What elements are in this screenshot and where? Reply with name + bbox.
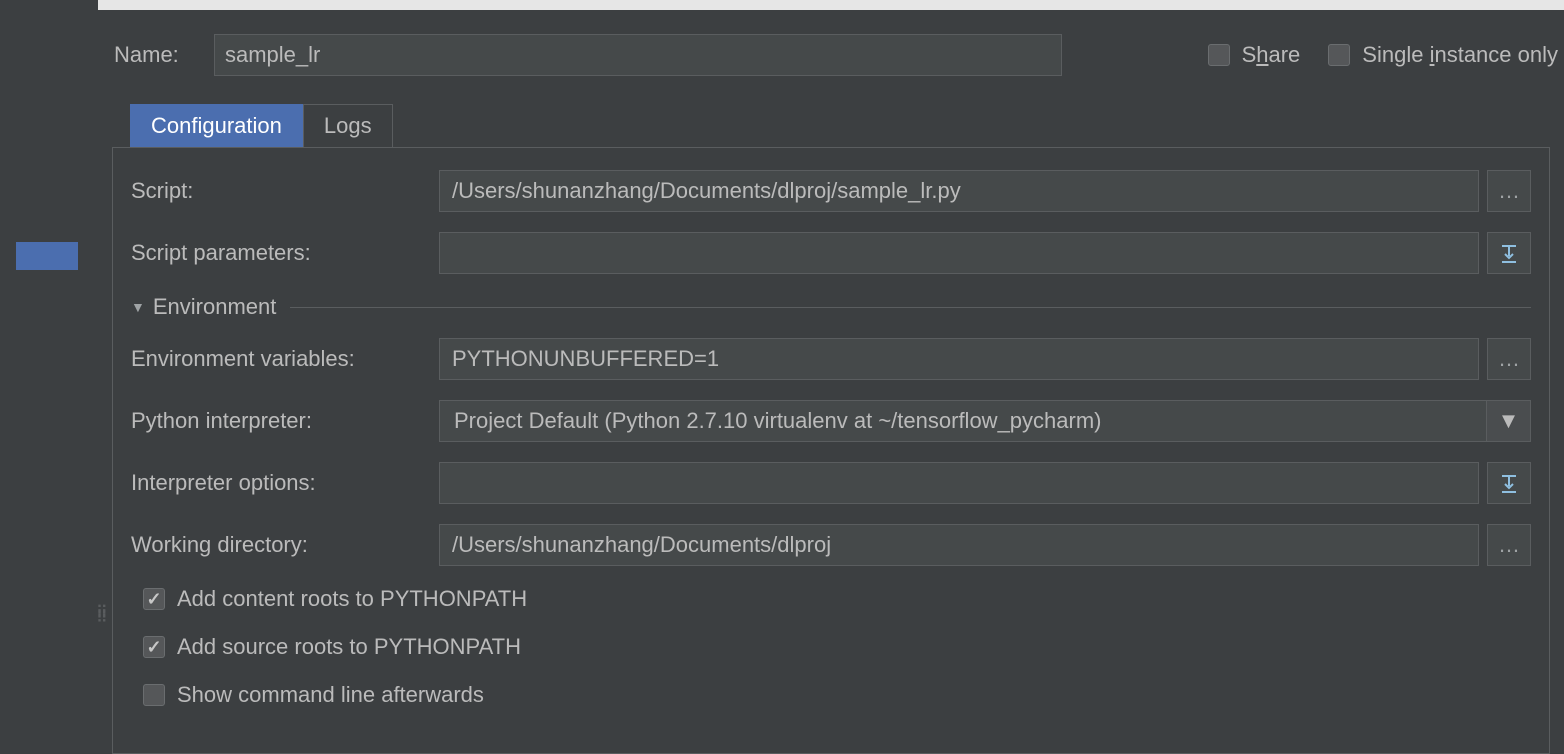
environment-section-label: Environment xyxy=(153,294,277,320)
interpreter-select[interactable]: Project Default (Python 2.7.10 virtualen… xyxy=(439,400,1531,442)
env-vars-input[interactable] xyxy=(439,338,1479,380)
script-parameters-input[interactable] xyxy=(439,232,1479,274)
add-content-roots-checkbox[interactable]: Add content roots to PYTHONPATH xyxy=(143,586,1531,612)
window-titlebar xyxy=(0,0,1564,10)
sidebar-selected-item[interactable] xyxy=(16,242,78,270)
single-instance-label: Single instance only xyxy=(1362,42,1558,68)
checkbox-checked-icon xyxy=(143,636,165,658)
share-checkbox[interactable]: Share xyxy=(1208,42,1301,68)
ellipsis-icon: … xyxy=(1498,532,1520,558)
dropdown-arrow: ▼ xyxy=(1486,401,1530,441)
checkbox-icon xyxy=(1328,44,1350,66)
checkbox-icon xyxy=(1208,44,1230,66)
env-vars-label: Environment variables: xyxy=(131,346,439,372)
script-parameters-label: Script parameters: xyxy=(131,240,439,266)
checkbox-icon xyxy=(143,684,165,706)
tab-logs[interactable]: Logs xyxy=(303,104,393,147)
caret-down-icon: ▼ xyxy=(131,299,145,315)
script-input[interactable] xyxy=(439,170,1479,212)
checkbox-checked-icon xyxy=(143,588,165,610)
left-sidebar: ⠿⠿ xyxy=(0,0,98,754)
add-source-roots-label: Add source roots to PYTHONPATH xyxy=(177,634,521,660)
show-command-line-checkbox[interactable]: Show command line afterwards xyxy=(143,682,1531,708)
ellipsis-icon: … xyxy=(1498,346,1520,372)
environment-section-header[interactable]: ▼ Environment xyxy=(131,294,1531,320)
interpreter-options-label: Interpreter options: xyxy=(131,470,439,496)
configuration-panel: Script: … Script parameters: ▼ Env xyxy=(112,147,1550,754)
expand-button[interactable] xyxy=(1487,462,1531,504)
name-input[interactable] xyxy=(214,34,1062,76)
interpreter-label: Python interpreter: xyxy=(131,408,439,434)
show-command-line-label: Show command line afterwards xyxy=(177,682,484,708)
section-divider xyxy=(290,307,1531,308)
browse-button[interactable]: … xyxy=(1487,338,1531,380)
add-content-roots-label: Add content roots to PYTHONPATH xyxy=(177,586,527,612)
script-label: Script: xyxy=(131,178,439,204)
expand-icon xyxy=(1498,242,1520,264)
chevron-down-icon: ▼ xyxy=(1498,408,1520,434)
browse-button[interactable]: … xyxy=(1487,524,1531,566)
single-instance-checkbox[interactable]: Single instance only xyxy=(1328,42,1558,68)
ellipsis-icon: … xyxy=(1498,178,1520,204)
expand-icon xyxy=(1498,472,1520,494)
interpreter-options-input[interactable] xyxy=(439,462,1479,504)
drag-handle-icon[interactable]: ⠿⠿ xyxy=(96,610,107,622)
browse-button[interactable]: … xyxy=(1487,170,1531,212)
interpreter-value: Project Default (Python 2.7.10 virtualen… xyxy=(440,401,1486,441)
name-label: Name: xyxy=(98,42,198,68)
share-label: Share xyxy=(1242,42,1301,68)
expand-button[interactable] xyxy=(1487,232,1531,274)
working-dir-label: Working directory: xyxy=(131,532,439,558)
tab-configuration[interactable]: Configuration xyxy=(130,104,303,147)
add-source-roots-checkbox[interactable]: Add source roots to PYTHONPATH xyxy=(143,634,1531,660)
working-dir-input[interactable] xyxy=(439,524,1479,566)
